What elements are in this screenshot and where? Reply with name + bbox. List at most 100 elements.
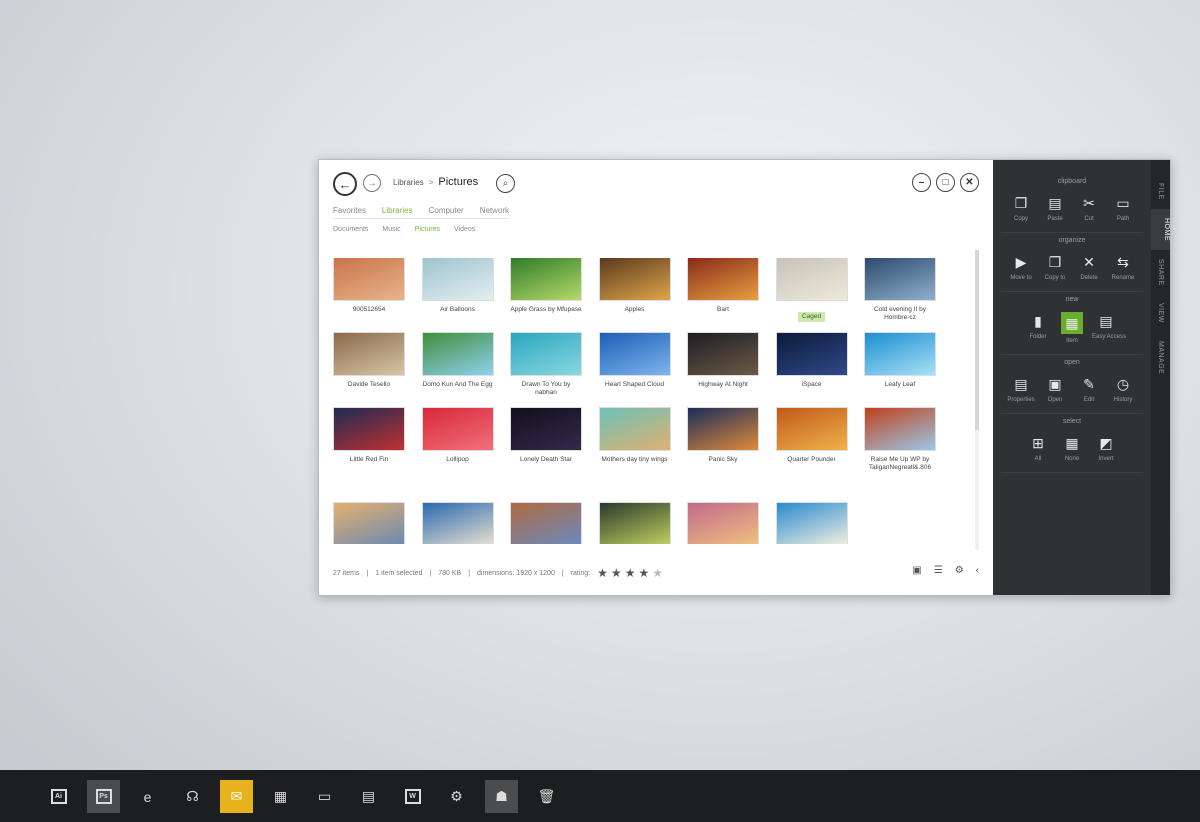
trash-taskbar-button[interactable]: 🗑	[530, 780, 563, 813]
ribbon-tab-view[interactable]: VIEW	[1157, 294, 1164, 332]
picture-item[interactable]: Apples	[599, 258, 671, 314]
item-button[interactable]: ▦ Item	[1058, 312, 1086, 344]
picture-thumbnail[interactable]	[688, 258, 758, 300]
picture-thumbnail[interactable]	[599, 503, 670, 544]
ribbon-tab-home[interactable]: HOME	[1151, 208, 1170, 250]
close-button[interactable]: ✕	[960, 173, 979, 192]
calculator-taskbar-button[interactable]: ▦	[264, 780, 297, 813]
collapse-chevron-icon[interactable]: ‹	[976, 565, 979, 576]
settings-icon[interactable]: ⚙	[955, 565, 964, 576]
tab-favorites[interactable]: Favorites	[333, 206, 366, 215]
tab-network[interactable]: Network	[480, 206, 509, 215]
picture-thumbnail[interactable]	[599, 333, 670, 375]
picture-item[interactable]: Heart Shaped Cloud	[599, 333, 671, 389]
photoshop-taskbar-button[interactable]: Ps	[87, 780, 120, 813]
tab-libraries[interactable]: Libraries	[382, 206, 413, 215]
cut-button[interactable]: ✂ Cut	[1075, 194, 1103, 223]
picture-item[interactable]: Highway At Night	[687, 333, 759, 389]
picture-thumbnail[interactable]	[865, 408, 935, 450]
picture-item[interactable]: Caged	[776, 258, 848, 322]
internet-explorer-taskbar-button[interactable]: e	[131, 780, 164, 813]
edit-button[interactable]: ✎ Edit	[1075, 375, 1103, 404]
tab-computer[interactable]: Computer	[429, 206, 464, 215]
picture-thumbnail[interactable]	[334, 503, 404, 544]
star-icon[interactable]: ★	[625, 566, 636, 580]
picture-thumbnail[interactable]	[334, 258, 404, 300]
picture-item[interactable]: Davide Tesello	[333, 333, 405, 389]
picture-item[interactable]: Cold evening II by Hombre-cz	[864, 258, 936, 322]
minimize-button[interactable]: –	[912, 173, 931, 192]
path-button[interactable]: ▭ Path	[1109, 194, 1137, 223]
rating-stars[interactable]: ★ ★ ★ ★ ★	[597, 566, 663, 580]
paste-button[interactable]: ▤ Paste	[1041, 194, 1069, 223]
star-icon[interactable]: ★	[597, 566, 608, 580]
picture-thumbnail[interactable]	[422, 333, 493, 375]
star-icon[interactable]: ★	[638, 566, 649, 580]
picture-thumbnail[interactable]	[776, 503, 847, 544]
breadcrumb-pictures[interactable]: Pictures	[438, 176, 478, 188]
details-view-icon[interactable]: ☰	[934, 565, 943, 576]
people-taskbar-button[interactable]: ☗	[485, 780, 518, 813]
picture-item[interactable]: 900512654	[333, 258, 405, 314]
picture-item[interactable]	[333, 503, 405, 544]
ribbon-tab-file[interactable]: FILE	[1157, 174, 1164, 209]
scrollbar-thumb[interactable]	[975, 250, 979, 430]
star-icon[interactable]: ★	[611, 566, 622, 580]
picture-thumbnail[interactable]	[511, 333, 581, 375]
picture-item[interactable]: Raise Me Up WP by TaliganNegreatl&.806	[864, 408, 936, 472]
picture-item[interactable]: Lollipop	[422, 408, 494, 464]
history-button[interactable]: ◷ History	[1109, 375, 1137, 404]
settings-taskbar-button[interactable]: ⚙	[440, 780, 473, 813]
vertical-scrollbar[interactable]	[975, 250, 979, 550]
star-icon[interactable]: ★	[652, 566, 663, 580]
move-to-button[interactable]: ▶ Move to	[1007, 253, 1035, 282]
open-button[interactable]: ▣ Open	[1041, 375, 1069, 404]
picture-thumbnail[interactable]	[511, 408, 581, 450]
picture-thumbnail[interactable]	[776, 333, 847, 375]
mail-taskbar-button[interactable]: ✉	[220, 780, 253, 813]
tab-pictures[interactable]: Pictures	[415, 226, 440, 233]
rename-button[interactable]: ⇆ Rename	[1109, 253, 1137, 282]
picture-thumbnail[interactable]	[511, 503, 581, 544]
picture-item[interactable]: Panic Sky	[687, 408, 759, 464]
maximize-button[interactable]: □	[936, 173, 955, 192]
picture-item[interactable]	[687, 503, 759, 544]
tab-videos[interactable]: Videos	[454, 226, 475, 233]
none-button[interactable]: ▦ None	[1058, 434, 1086, 463]
picture-item[interactable]	[776, 503, 848, 544]
picture-thumbnail[interactable]	[776, 258, 847, 300]
picture-thumbnail[interactable]	[511, 258, 581, 300]
headphones-taskbar-button[interactable]: ☊	[176, 780, 209, 813]
picture-thumbnail[interactable]	[865, 333, 935, 375]
picture-item[interactable]	[510, 503, 582, 544]
notes-taskbar-button[interactable]: ▭	[308, 780, 341, 813]
picture-thumbnail[interactable]	[334, 333, 404, 375]
picture-thumbnail[interactable]	[599, 258, 670, 300]
picture-item[interactable]	[599, 503, 671, 544]
picture-thumbnail[interactable]	[688, 503, 758, 544]
ribbon-tab-manage[interactable]: MANAGE	[1157, 332, 1164, 383]
all-button[interactable]: ⊞ All	[1024, 434, 1052, 463]
thumbnail-view-icon[interactable]: ▣	[912, 565, 921, 576]
picture-item[interactable]: Air Balloons	[422, 258, 494, 314]
picture-thumbnail[interactable]	[688, 333, 758, 375]
picture-thumbnail[interactable]	[422, 258, 493, 300]
picture-item[interactable]: Drawn To You by nabhan	[510, 333, 582, 397]
picture-thumbnail[interactable]	[776, 408, 847, 450]
picture-item[interactable]: Lonely Death Star	[510, 408, 582, 464]
properties-button[interactable]: ▤ Properties	[1007, 375, 1035, 404]
folder-button[interactable]: ▮ Folder	[1024, 312, 1052, 344]
picture-thumbnail[interactable]	[334, 408, 404, 450]
copy-button[interactable]: ❐ Copy	[1007, 194, 1035, 223]
picture-item[interactable]: Leafy Leaf	[864, 333, 936, 389]
picture-thumbnail[interactable]	[422, 408, 493, 450]
picture-thumbnail[interactable]	[599, 408, 670, 450]
delete-button[interactable]: ✕ Delete	[1075, 253, 1103, 282]
tab-music[interactable]: Music	[382, 226, 400, 233]
search-button[interactable]: ⌕	[496, 174, 515, 193]
picture-item[interactable]: Mothers day tiny wings	[599, 408, 671, 464]
picture-item[interactable]: Little Red Fin	[333, 408, 405, 464]
copy-to-button[interactable]: ❐ Copy to	[1041, 253, 1069, 282]
back-button[interactable]: ←	[333, 172, 357, 196]
easy-access-button[interactable]: ▤ Easy Access	[1092, 312, 1126, 344]
